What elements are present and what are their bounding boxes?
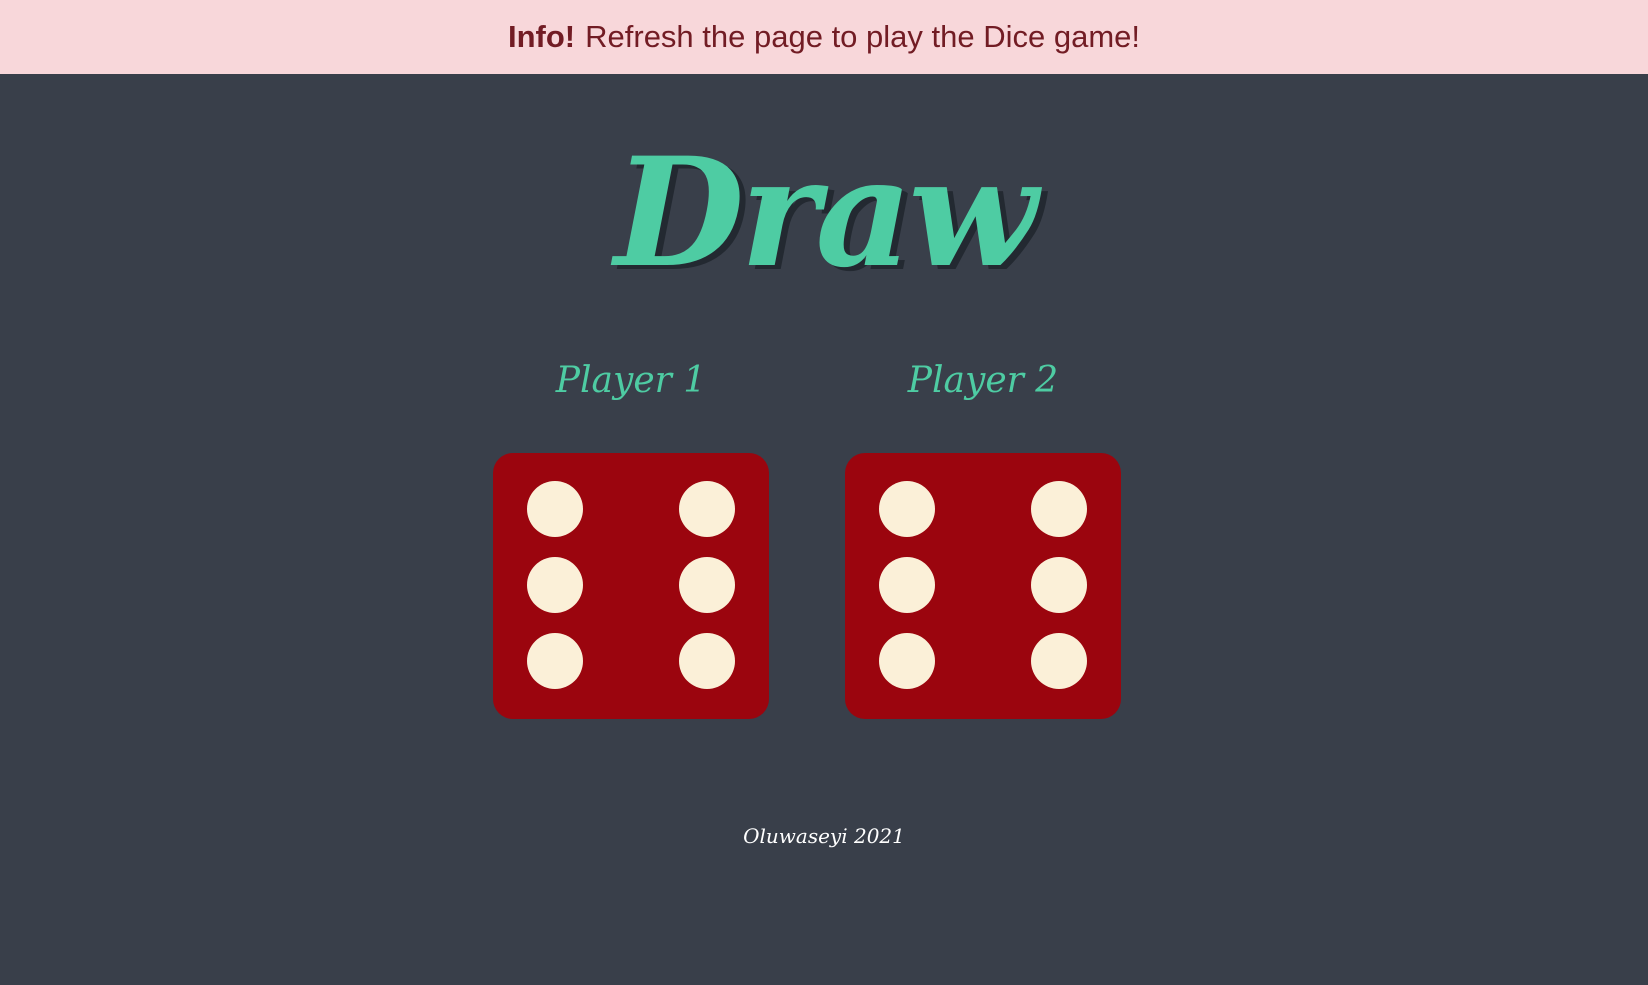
die-pip (679, 633, 735, 689)
result-title: Draw (614, 125, 1037, 301)
player-1-label: Player 1 (555, 360, 707, 401)
die-pip (527, 481, 583, 537)
info-alert: Info! Refresh the page to play the Dice … (0, 0, 1648, 74)
die-pip (879, 481, 935, 537)
die-pip (679, 481, 735, 537)
die-pip (527, 557, 583, 613)
die-pip (879, 557, 935, 613)
die-pip (679, 557, 735, 613)
die-pip (1031, 557, 1087, 613)
footer-credit: Oluwaseyi 2021 (743, 824, 905, 848)
player-2-label: Player 2 (907, 360, 1059, 401)
die-pip (527, 633, 583, 689)
die-pip (1031, 633, 1087, 689)
alert-message: Refresh the page to play the Dice game! (585, 19, 1141, 54)
alert-strong-label: Info! (507, 19, 576, 54)
die-pip (879, 633, 935, 689)
player-1-die (493, 453, 769, 719)
die-pip (1031, 481, 1087, 537)
player-2-die (845, 453, 1121, 719)
